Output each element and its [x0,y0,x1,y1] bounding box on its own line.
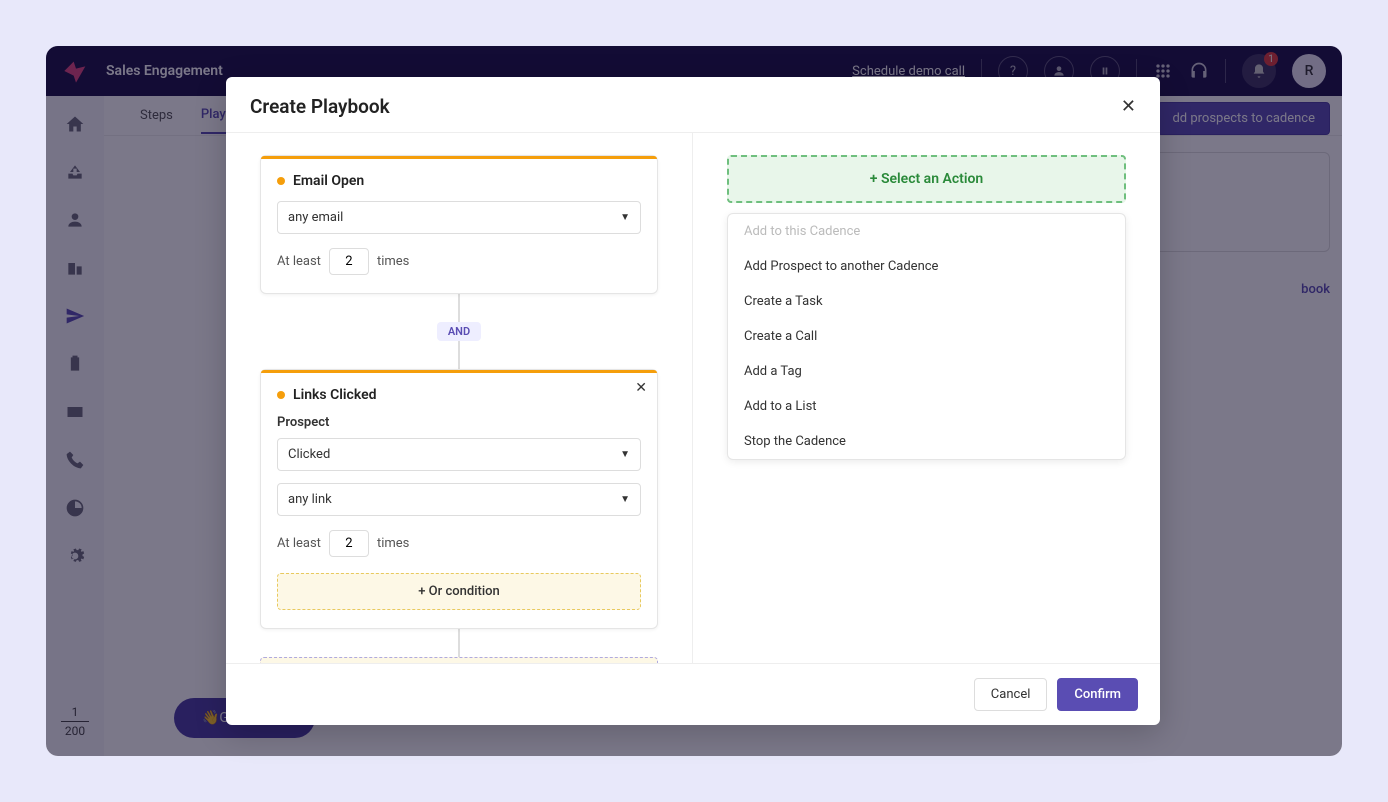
condition-title: Email Open [293,173,364,189]
caret-down-icon: ▼ [620,449,630,460]
action-dropdown: Add to this Cadence Add Prospect to anot… [727,213,1126,460]
close-icon[interactable]: ✕ [1121,96,1136,117]
select-action-button[interactable]: + Select an Action [727,155,1126,203]
action-create-task[interactable]: Create a Task [728,284,1125,319]
caret-down-icon: ▼ [620,494,630,505]
action-add-another-cadence[interactable]: Add Prospect to another Cadence [728,249,1125,284]
action-add-this-cadence: Add to this Cadence [728,214,1125,249]
count-input[interactable] [329,530,369,557]
modal-header: Create Playbook ✕ [226,77,1160,132]
dot-icon [277,177,285,185]
modal-footer: Cancel Confirm [226,663,1160,725]
condition-title: Links Clicked [293,387,377,403]
modal-title: Create Playbook [250,95,390,118]
connector-line [458,341,460,369]
email-select[interactable]: any email▼ [277,201,641,234]
connector-line [458,294,460,322]
count-input[interactable] [329,248,369,275]
conditions-pane: Email Open any email▼ At least times AND… [226,133,693,663]
dot-icon [277,391,285,399]
remove-condition-icon[interactable]: ✕ [635,380,647,396]
action-stop-cadence[interactable]: Stop the Cadence [728,424,1125,459]
condition-email-open: Email Open any email▼ At least times [260,155,658,294]
times-label: times [377,536,409,551]
caret-down-icon: ▼ [620,212,630,223]
clicked-select[interactable]: Clicked▼ [277,438,641,471]
confirm-button[interactable]: Confirm [1057,678,1138,711]
at-least-label: At least [277,254,321,269]
condition-links-clicked: ✕ Links Clicked Prospect Clicked▼ any li… [260,369,658,629]
actions-pane: + Select an Action Add to this Cadence A… [693,133,1160,663]
cancel-button[interactable]: Cancel [974,678,1048,711]
link-select[interactable]: any link▼ [277,483,641,516]
add-condition-button[interactable]: + Add a condition [260,657,658,663]
times-label: times [377,254,409,269]
at-least-label: At least [277,536,321,551]
create-playbook-modal: Create Playbook ✕ Email Open any email▼ … [226,77,1160,725]
and-pill: AND [437,322,481,341]
or-condition-button[interactable]: + Or condition [277,573,641,610]
prospect-label: Prospect [277,415,641,430]
connector-line [458,629,460,657]
action-create-call[interactable]: Create a Call [728,319,1125,354]
action-add-list[interactable]: Add to a List [728,389,1125,424]
action-add-tag[interactable]: Add a Tag [728,354,1125,389]
